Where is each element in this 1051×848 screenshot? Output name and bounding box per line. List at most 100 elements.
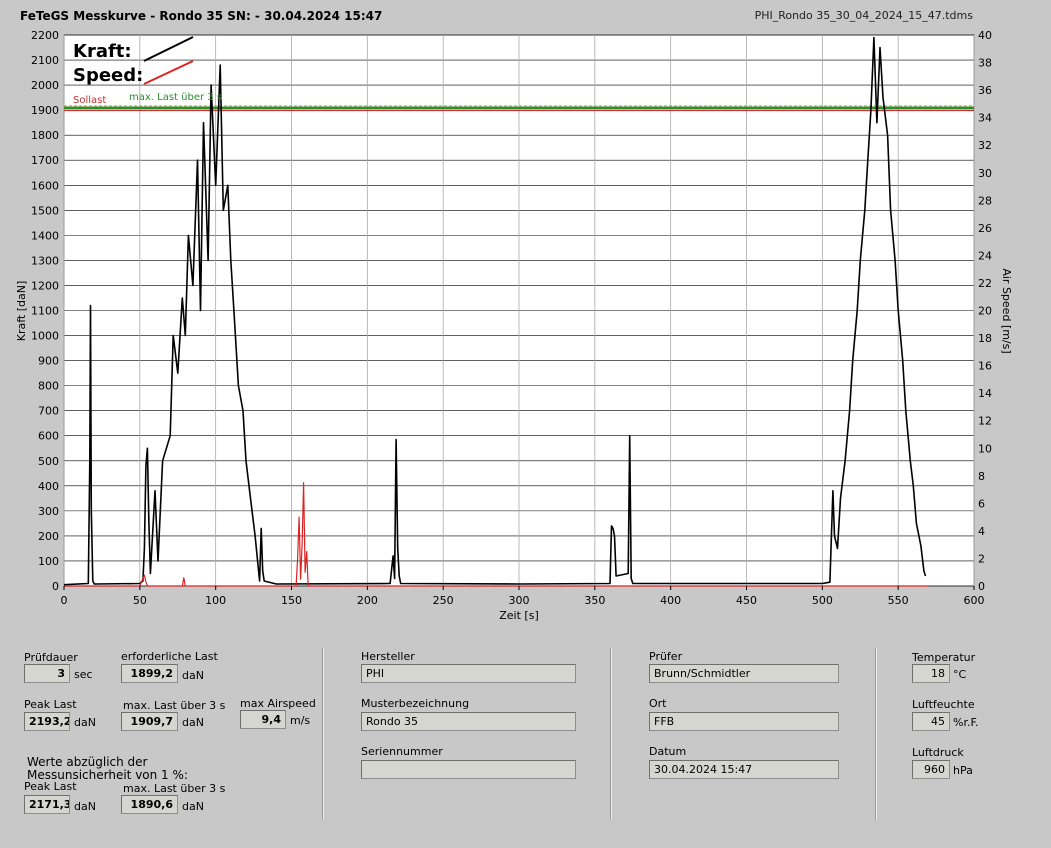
x-axis-ticks: 0 50 100 150 200 250 300 350 400 450 500 550 600 xyxy=(61,586,985,607)
y2-tick-label: 12 xyxy=(978,415,992,428)
y2-tick-label: 38 xyxy=(978,57,992,70)
y-tick-label: 500 xyxy=(38,455,59,468)
erforderliche-last-unit: daN xyxy=(182,669,204,682)
y2-tick-label: 8 xyxy=(978,470,985,483)
max-last-2-field[interactable]: 1890,6 xyxy=(121,795,178,814)
x-tick-label: 600 xyxy=(964,594,985,607)
muster-label: Musterbezeichnung xyxy=(361,697,470,710)
y-tick-label: 700 xyxy=(38,405,59,418)
force-speed-chart: 0100200300400500600700800900100011001200… xyxy=(15,29,1013,622)
peak-last-2-label: Peak Last xyxy=(24,780,77,793)
x-tick-label: 0 xyxy=(61,594,68,607)
peak-last-field[interactable]: 2193,2 xyxy=(24,712,70,731)
y2-axis-label: Air Speed [m/s] xyxy=(1000,268,1013,353)
peak-last-unit: daN xyxy=(74,716,96,729)
y-axis-label: Kraft [daN] xyxy=(15,281,28,342)
y2-tick-label: 2 xyxy=(978,552,985,565)
y-tick-label: 100 xyxy=(38,555,59,568)
luftfeuchte-unit: %r.F. xyxy=(953,716,979,729)
y-tick-label: 1500 xyxy=(31,204,59,217)
x-tick-label: 500 xyxy=(812,594,833,607)
max-last-unit: daN xyxy=(182,716,204,729)
ort-label: Ort xyxy=(649,697,667,710)
y-tick-label: 200 xyxy=(38,530,59,543)
separator-3 xyxy=(875,648,877,820)
hersteller-field[interactable]: PHI xyxy=(361,664,576,683)
y-tick-label: 1000 xyxy=(31,330,59,343)
pruefer-label: Prüfer xyxy=(649,650,683,663)
x-tick-label: 300 xyxy=(509,594,530,607)
y2-tick-label: 26 xyxy=(978,222,992,235)
y2-tick-label: 22 xyxy=(978,277,992,290)
max-last-label: max. Last über 3 s xyxy=(129,92,222,103)
max-airspeed-field[interactable]: 9,4 xyxy=(240,710,286,729)
x-tick-label: 200 xyxy=(357,594,378,607)
pruefer-field[interactable]: Brunn/Schmidtler xyxy=(649,664,839,683)
x-tick-label: 350 xyxy=(584,594,605,607)
ort-field[interactable]: FFB xyxy=(649,712,839,731)
y2-tick-label: 16 xyxy=(978,360,992,373)
luftfeuchte-label: Luftfeuchte xyxy=(912,698,975,711)
y-tick-label: 1200 xyxy=(31,279,59,292)
y2-tick-label: 10 xyxy=(978,442,992,455)
y-tick-label: 1300 xyxy=(31,254,59,267)
erforderliche-last-field[interactable]: 1899,2 xyxy=(121,664,178,683)
y2-tick-label: 28 xyxy=(978,194,992,207)
y-tick-label: 1100 xyxy=(31,305,59,318)
pruefdauer-field[interactable]: 3 xyxy=(24,664,70,683)
y-tick-label: 0 xyxy=(52,580,59,593)
y-tick-label: 600 xyxy=(38,430,59,443)
x-axis-label: Zeit [s] xyxy=(499,609,538,622)
y-tick-label: 400 xyxy=(38,480,59,493)
peak-last-label: Peak Last xyxy=(24,698,77,711)
y2-tick-label: 6 xyxy=(978,497,985,510)
y-tick-label: 1600 xyxy=(31,179,59,192)
temperatur-unit: °C xyxy=(953,668,967,681)
separator-2 xyxy=(610,648,612,820)
max-last-label: max. Last über 3 s xyxy=(123,699,226,712)
y2-tick-label: 36 xyxy=(978,84,992,97)
luftdruck-unit: hPa xyxy=(953,764,973,777)
y2-tick-label: 4 xyxy=(978,525,985,538)
temperatur-field[interactable]: 18 xyxy=(912,664,950,683)
luftdruck-field[interactable]: 960 xyxy=(912,760,950,779)
legend-kraft-label: Kraft: xyxy=(73,41,132,62)
y-tick-label: 1900 xyxy=(31,104,59,117)
datum-field[interactable]: 30.04.2024 15:47 xyxy=(649,760,839,779)
y2-tick-label: 32 xyxy=(978,139,992,152)
max-last-field[interactable]: 1909,7 xyxy=(121,712,178,731)
y-tick-label: 1700 xyxy=(31,154,59,167)
y2-tick-label: 18 xyxy=(978,332,992,345)
peak-last-2-field[interactable]: 2171,3 xyxy=(24,795,70,814)
y2-tick-label: 14 xyxy=(978,387,992,400)
x-tick-label: 50 xyxy=(133,594,147,607)
y-tick-label: 300 xyxy=(38,505,59,518)
separator-1 xyxy=(322,648,324,820)
serien-label: Seriennummer xyxy=(361,745,443,758)
luftdruck-label: Luftdruck xyxy=(912,746,964,759)
y2-tick-label: 40 xyxy=(978,29,992,42)
luftfeuchte-field[interactable]: 45 xyxy=(912,712,950,731)
max-last-2-label: max. Last über 3 s xyxy=(123,782,226,795)
erforderliche-last-label: erforderliche Last xyxy=(121,650,218,663)
pruefdauer-label: Prüfdauer xyxy=(24,651,78,664)
y-tick-label: 2000 xyxy=(31,79,59,92)
y-tick-label: 1400 xyxy=(31,229,59,242)
y-tick-label: 900 xyxy=(38,355,59,368)
y2-tick-label: 30 xyxy=(978,167,992,180)
y-tick-label: 800 xyxy=(38,380,59,393)
pruefdauer-unit: sec xyxy=(74,668,93,681)
y-axis-ticks: 0 100 200 300 400 500 600 700 800 900 1000 1100 1200… xyxy=(31,29,59,593)
max-airspeed-unit: m/s xyxy=(290,714,311,727)
serien-field[interactable] xyxy=(361,760,576,779)
y-tick-label: 2200 xyxy=(31,29,59,42)
datum-label: Datum xyxy=(649,745,687,758)
y2-axis-ticks: 0246810121416182022242628303234363840 xyxy=(978,29,992,593)
peak-last-2-unit: daN xyxy=(74,800,96,813)
hersteller-label: Hersteller xyxy=(361,650,415,663)
x-tick-label: 150 xyxy=(281,594,302,607)
muster-field[interactable]: Rondo 35 xyxy=(361,712,576,731)
y2-tick-label: 34 xyxy=(978,112,992,125)
x-tick-label: 450 xyxy=(736,594,757,607)
temperatur-label: Temperatur xyxy=(912,651,976,664)
